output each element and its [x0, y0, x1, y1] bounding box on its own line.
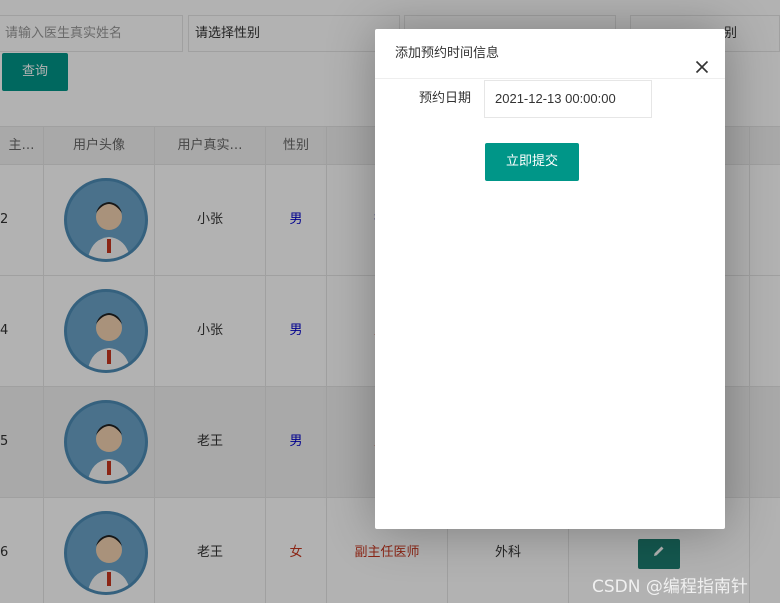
- submit-button[interactable]: 立即提交: [485, 143, 579, 181]
- add-appointment-dialog: 添加预约时间信息 预约日期 2021-12-13 00:00:00 立即提交: [375, 29, 725, 529]
- close-button[interactable]: [695, 46, 709, 74]
- dialog-title: 添加预约时间信息: [395, 46, 500, 61]
- close-icon: [695, 60, 709, 74]
- csdn-watermark: CSDN @编程指南针: [592, 577, 748, 597]
- appointment-date-input[interactable]: 2021-12-13 00:00:00: [484, 80, 652, 118]
- date-label: 预约日期: [418, 91, 471, 106]
- dialog-header: 添加预约时间信息: [375, 29, 725, 79]
- date-form-row: 预约日期 2021-12-13 00:00:00: [375, 79, 725, 119]
